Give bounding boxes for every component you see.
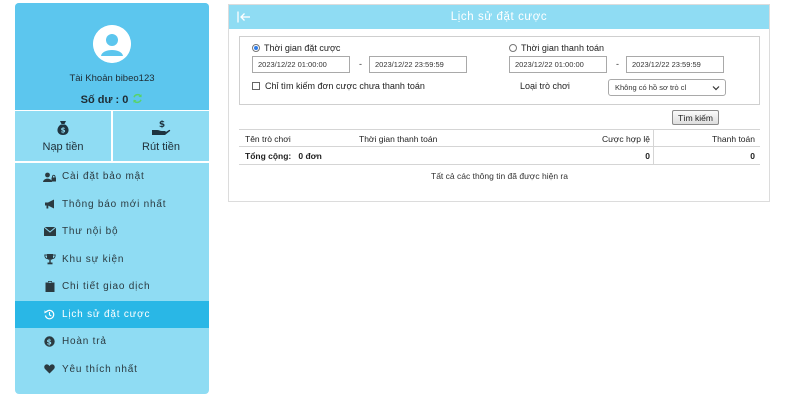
bet-time-label: Thời gian đặt cược <box>264 43 341 53</box>
total-valid-bet: 0 <box>645 151 650 161</box>
unpaid-only-checkbox[interactable]: Chỉ tìm kiếm đơn cược chưa thanh toán <box>252 81 425 91</box>
radio-unselected[interactable] <box>509 44 517 52</box>
svg-text:$: $ <box>159 120 165 130</box>
megaphone-icon <box>43 199 56 210</box>
total-count: 0 đơn <box>298 151 322 161</box>
account-name: Tài Khoản bibeo123 <box>69 73 155 84</box>
sidebar: Tài Khoản bibeo123 Số dư : 0 $ Nạp tiền … <box>15 3 209 394</box>
pay-to-date-input[interactable]: 2023/12/22 23:59:59 <box>626 56 724 73</box>
sidebar-item-inbox[interactable]: Thư nội bộ <box>15 218 209 246</box>
pay-time-label: Thời gian thanh toán <box>521 43 604 53</box>
sidebar-item-security[interactable]: Cài đặt bảo mật <box>15 163 209 191</box>
total-label: Tổng cộng: 0 đơn <box>245 151 322 161</box>
envelope-icon <box>43 226 56 237</box>
page-title: Lịch sử đặt cược <box>450 11 548 23</box>
sidebar-item-transactions[interactable]: Chi tiết giao dịch <box>15 273 209 301</box>
chevron-down-icon <box>712 84 720 94</box>
balance-text: Số dư : 0 <box>80 94 129 106</box>
sidebar-item-favorites[interactable]: Yêu thích nhất <box>15 356 209 384</box>
sidebar-item-rebate[interactable]: $ Hoàn trả <box>15 328 209 356</box>
table-total-row: Tổng cộng: 0 đơn 0 0 <box>239 147 760 165</box>
sidebar-item-label: Cài đặt bảo mật <box>62 171 145 183</box>
back-arrow-icon[interactable] <box>237 10 251 28</box>
sidebar-item-label: Hoàn trả <box>62 336 107 348</box>
withdraw-button[interactable]: $ Rút tiền <box>111 111 209 161</box>
game-type-select[interactable]: Không có hồ sơ trò cl <box>608 79 726 96</box>
column-header-payment-time[interactable]: Thời gian thanh toán <box>359 134 437 144</box>
bet-from-date-input[interactable]: 2023/12/22 01:00:00 <box>252 56 350 73</box>
withdraw-label: Rút tiền <box>142 141 180 153</box>
checkbox-box[interactable] <box>252 82 260 90</box>
pay-time-radio[interactable]: Thời gian thanh toán <box>509 43 604 53</box>
balance: Số dư : 0 <box>81 93 144 107</box>
refresh-icon[interactable] <box>132 93 143 107</box>
pay-from-date-input[interactable]: 2023/12/22 01:00:00 <box>509 56 607 73</box>
all-results-shown-note: Tất cả các thông tin đã được hiện ra <box>431 171 568 181</box>
user-lock-icon <box>43 171 56 182</box>
deposit-button[interactable]: $ Nạp tiền <box>15 111 111 161</box>
unpaid-only-label: Chỉ tìm kiếm đơn cược chưa thanh toán <box>265 81 425 91</box>
history-icon <box>43 309 56 320</box>
column-header-valid-bet[interactable]: Cược hợp lệ <box>602 134 650 144</box>
avatar-icon <box>93 25 131 63</box>
column-divider <box>653 130 654 147</box>
trophy-icon <box>43 253 56 265</box>
game-type-value: Không có hồ sơ trò cl <box>615 83 687 92</box>
date-range-dash: - <box>359 59 362 69</box>
total-label-text: Tổng cộng: <box>245 151 292 161</box>
radio-selected[interactable] <box>252 44 260 52</box>
sidebar-item-label: Yêu thích nhất <box>62 363 138 375</box>
profile-card: Tài Khoản bibeo123 Số dư : 0 <box>15 3 209 111</box>
deposit-label: Nạp tiền <box>42 141 84 153</box>
sidebar-item-label: Chi tiết giao dịch <box>62 281 151 293</box>
search-button[interactable]: Tìm kiếm <box>672 110 719 125</box>
bet-history-panel: Lịch sử đặt cược Thời gian đặt cược 2023… <box>228 4 770 202</box>
bet-to-date-input[interactable]: 2023/12/22 23:59:59 <box>369 56 467 73</box>
sidebar-item-label: Lịch sử đặt cược <box>62 308 151 320</box>
svg-text:$: $ <box>61 127 66 135</box>
sidebar-item-label: Thông báo mới nhất <box>62 198 167 210</box>
sidebar-item-notifications[interactable]: Thông báo mới nhất <box>15 191 209 219</box>
game-type-label: Loại trò chơi <box>520 81 570 91</box>
sidebar-item-label: Thư nội bộ <box>62 226 119 238</box>
date-range-dash: - <box>616 59 619 69</box>
column-divider <box>653 147 654 164</box>
column-header-payout[interactable]: Thanh toán <box>712 134 755 144</box>
bet-time-radio[interactable]: Thời gian đặt cược <box>252 43 340 53</box>
svg-text:$: $ <box>46 338 52 347</box>
clipboard-icon <box>43 281 56 293</box>
total-payout: 0 <box>750 151 755 161</box>
sidebar-menu: Cài đặt bảo mật Thông báo mới nhất Thư n… <box>15 163 209 383</box>
sidebar-item-bet-history[interactable]: Lịch sử đặt cược <box>15 300 209 328</box>
table-header-row: Tên trò chơi Thời gian thanh toán Cược h… <box>239 129 760 147</box>
panel-header: Lịch sử đặt cược <box>229 5 769 29</box>
wallet-actions: $ Nạp tiền $ Rút tiền <box>15 111 209 163</box>
money-bag-icon: $ <box>54 119 72 137</box>
dollar-coin-icon: $ <box>43 336 56 347</box>
heart-icon <box>43 364 56 375</box>
sidebar-item-events[interactable]: Khu sự kiện <box>15 246 209 274</box>
sidebar-item-label: Khu sự kiện <box>62 253 125 265</box>
search-filter-box: Thời gian đặt cược 2023/12/22 01:00:00 -… <box>239 36 760 105</box>
column-header-game-name[interactable]: Tên trò chơi <box>245 134 291 144</box>
bet-history-table: Tên trò chơi Thời gian thanh toán Cược h… <box>239 129 760 181</box>
hand-money-icon: $ <box>151 119 171 137</box>
